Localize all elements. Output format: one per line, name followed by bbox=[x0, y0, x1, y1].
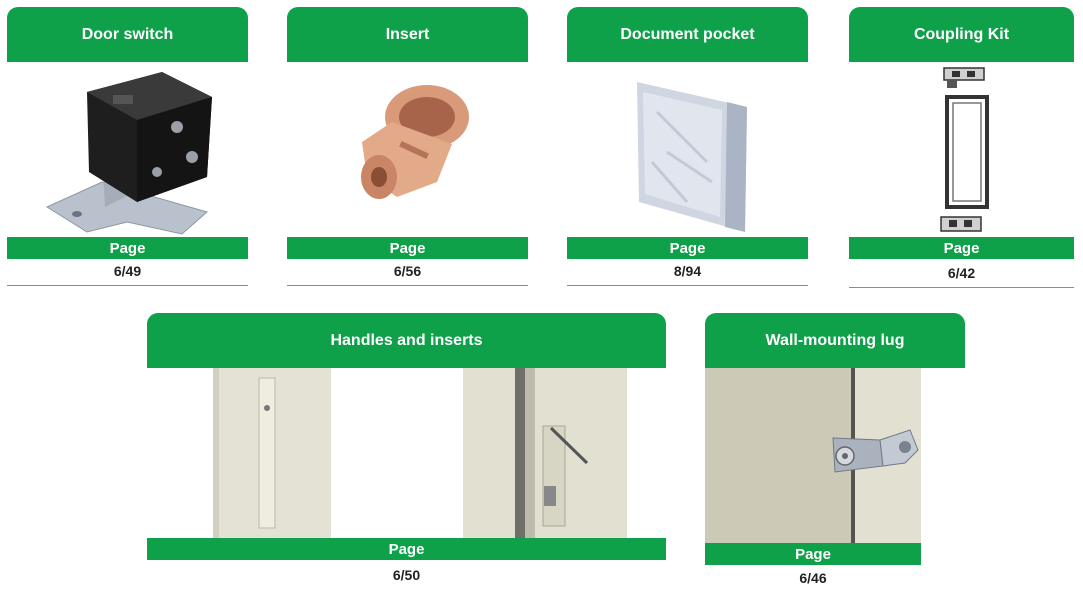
document-pocket-image bbox=[567, 62, 808, 237]
card-title: Coupling Kit bbox=[849, 7, 1074, 62]
card-wall-mounting-lug[interactable]: Wall-mounting lug Page 6/46 bbox=[705, 313, 965, 588]
card-document-pocket[interactable]: Document pocket Page 8/94 bbox=[567, 7, 808, 287]
card-title: Handles and inserts bbox=[147, 313, 666, 368]
handles-image bbox=[147, 368, 666, 538]
card-title: Wall-mounting lug bbox=[705, 313, 965, 368]
page-reference[interactable]: 6/49 bbox=[7, 261, 248, 281]
wall-mounting-lug-image bbox=[705, 368, 965, 543]
card-coupling-kit[interactable]: Coupling Kit Page 6/42 bbox=[849, 7, 1074, 289]
page-label: Page bbox=[567, 237, 808, 259]
coupling-kit-image bbox=[849, 62, 1074, 237]
page-reference[interactable]: 6/50 bbox=[147, 565, 666, 585]
door-switch-image bbox=[7, 62, 248, 237]
page-label: Page bbox=[287, 237, 528, 259]
card-title: Door switch bbox=[7, 7, 248, 62]
page-reference[interactable]: 6/46 bbox=[705, 568, 921, 588]
card-title: Insert bbox=[287, 7, 528, 62]
divider bbox=[7, 285, 248, 286]
page-reference[interactable]: 6/56 bbox=[287, 261, 528, 281]
card-insert[interactable]: Insert Page 6/56 bbox=[287, 7, 528, 287]
card-title: Document pocket bbox=[567, 7, 808, 62]
page-label: Page bbox=[849, 237, 1074, 259]
divider bbox=[849, 287, 1074, 288]
page-reference[interactable]: 8/94 bbox=[567, 261, 808, 281]
divider bbox=[567, 285, 808, 286]
page-label: Page bbox=[7, 237, 248, 259]
card-handles-and-inserts[interactable]: Handles and inserts Page 6/50 bbox=[147, 313, 666, 585]
page-reference[interactable]: 6/42 bbox=[849, 263, 1074, 283]
card-door-switch[interactable]: Door switch Page 6/49 bbox=[7, 7, 248, 287]
page-label: Page bbox=[705, 543, 921, 565]
divider bbox=[287, 285, 528, 286]
page-label: Page bbox=[147, 538, 666, 560]
insert-image bbox=[287, 62, 528, 237]
